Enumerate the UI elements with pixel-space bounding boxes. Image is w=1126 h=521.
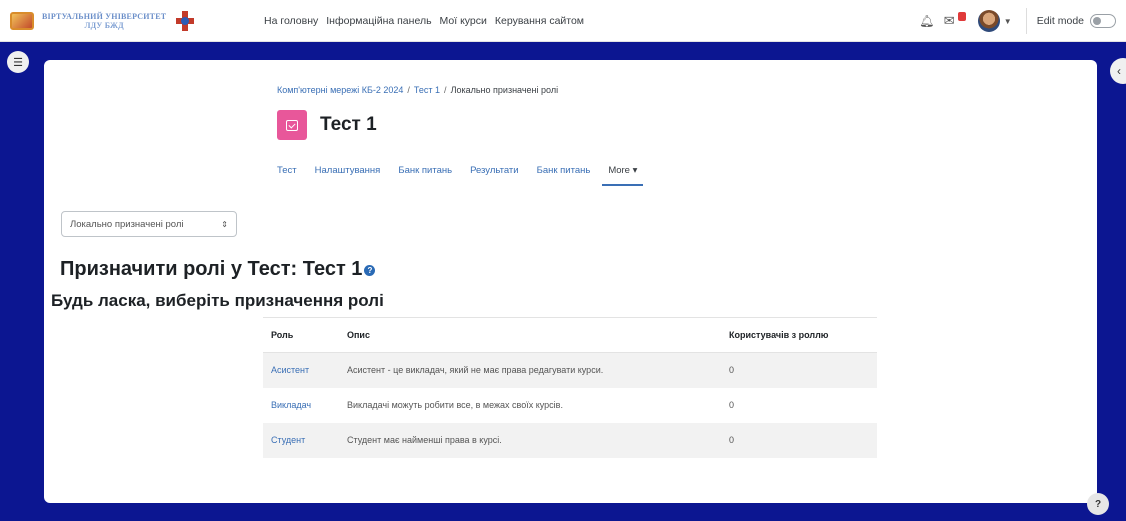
secondary-navigation: Тест Налаштування Банк питань Результати… — [277, 160, 661, 186]
tab-more[interactable]: More ▾ — [602, 160, 644, 186]
role-user-count: 0 — [721, 352, 877, 388]
help-fab-icon[interactable]: ? — [1087, 493, 1109, 515]
table-row: Викладач Викладачі можуть робити все, в … — [263, 388, 877, 423]
edit-mode-toggle[interactable] — [1090, 14, 1116, 28]
table-row: Асистент Асистент - це викладач, який не… — [263, 352, 877, 388]
nav-link-my-courses[interactable]: Мої курси — [440, 15, 487, 27]
logo-text: ВІРТУАЛЬНИЙ УНІВЕРСИТЕТ ЛДУ БЖД — [42, 12, 166, 30]
nav-link-site-admin[interactable]: Керування сайтом — [495, 15, 584, 27]
role-link-assistant[interactable]: Асистент — [271, 365, 309, 375]
role-user-count: 0 — [729, 400, 735, 410]
role-link-student[interactable]: Студент — [271, 435, 305, 445]
page-title: Тест 1 — [320, 114, 377, 135]
heading-text: Призначити ролі у Тест: Тест 1 — [60, 258, 363, 280]
table-header-row: Роль Опис Користувачів з роллю — [263, 317, 877, 353]
roles-table: Роль Опис Користувачів з роллю Асистент … — [263, 317, 877, 458]
select-arrows-icon: ⇕ — [221, 219, 228, 229]
top-navbar: ВІРТУАЛЬНИЙ УНІВЕРСИТЕТ ЛДУ БЖД На голов… — [0, 0, 1126, 42]
divider — [1025, 8, 1027, 34]
user-menu-area: 🔔︎ ✉ ▼ Edit mode — [918, 0, 1126, 42]
role-description: Асистент - це викладач, який не має прав… — [339, 352, 721, 388]
header-description: Опис — [339, 317, 721, 353]
nav-link-dashboard[interactable]: Інформаційна панель — [326, 15, 431, 27]
edit-mode-label: Edit mode — [1036, 15, 1084, 27]
role-select-value: Локально призначені ролі — [70, 218, 184, 230]
role-select[interactable]: Локально призначені ролі ⇕ — [61, 211, 237, 237]
crest-icon — [10, 11, 34, 30]
role-link-teacher[interactable]: Викладач — [271, 400, 311, 410]
site-logo[interactable]: ВІРТУАЛЬНИЙ УНІВЕРСИТЕТ ЛДУ БЖД — [10, 10, 250, 31]
table-row: Студент Студент має найменші права в кур… — [263, 422, 877, 458]
logo-line2: ЛДУ БЖД — [84, 20, 124, 30]
cross-emblem-icon — [176, 10, 195, 31]
nav-link-home[interactable]: На головну — [264, 15, 318, 27]
assign-roles-heading: Призначити ролі у Тест: Тест 1? — [60, 258, 376, 281]
header-users-count: Користувачів з роллю — [721, 317, 877, 353]
primary-navigation: На головну Інформаційна панель Мої курси… — [264, 15, 592, 27]
header-role: Роль — [263, 317, 339, 353]
notification-badge — [957, 12, 966, 21]
messages-icon[interactable]: ✉ — [944, 12, 966, 30]
choose-role-heading: Будь ласка, виберіть призначення ролі — [51, 291, 384, 310]
tab-question-bank-2[interactable]: Банк питань — [537, 160, 591, 186]
role-user-count: 0 — [721, 422, 877, 458]
tab-results[interactable]: Результати — [470, 160, 519, 186]
avatar[interactable] — [977, 10, 1000, 32]
tab-settings[interactable]: Налаштування — [315, 160, 381, 186]
breadcrumb-current: Локально призначені ролі — [450, 85, 559, 95]
main-content: Комп'ютерні мережі КБ-2 2024/Тест 1/Лока… — [44, 60, 1097, 503]
role-description: Студент має найменші права в курсі. — [339, 422, 721, 458]
chevron-down-icon[interactable]: ▼ — [1004, 17, 1012, 26]
quiz-icon — [277, 110, 307, 140]
role-description: Викладачі можуть робити все, в межах сво… — [347, 400, 563, 410]
tab-question-bank[interactable]: Банк питань — [398, 160, 452, 186]
help-icon[interactable]: ? — [364, 265, 376, 276]
tab-quiz[interactable]: Тест — [277, 160, 297, 186]
breadcrumb-activity[interactable]: Тест 1 — [414, 85, 440, 95]
breadcrumb: Комп'ютерні мережі КБ-2 2024/Тест 1/Лока… — [277, 85, 559, 95]
logo-line1: ВІРТУАЛЬНИЙ УНІВЕРСИТЕТ — [42, 11, 167, 21]
hamburger-icon[interactable]: ☰ — [7, 51, 29, 73]
breadcrumb-course[interactable]: Комп'ютерні мережі КБ-2 2024 — [277, 85, 403, 95]
bell-icon[interactable]: 🔔︎ — [918, 12, 936, 30]
